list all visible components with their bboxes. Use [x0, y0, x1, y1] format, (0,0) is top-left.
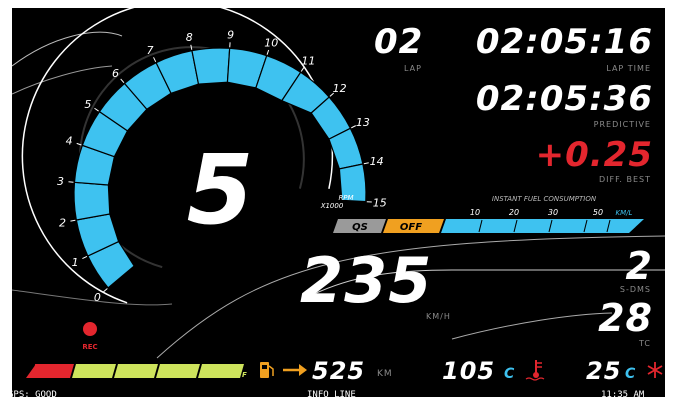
lap-number: 02 [374, 22, 424, 62]
tach-segment-2 [73, 181, 111, 221]
fuel-tick-30: 30 [548, 208, 558, 217]
diff-best-label: DIFF. BEST [598, 175, 651, 184]
tach-tick-mark-11 [300, 67, 305, 72]
rec-dot [83, 322, 97, 336]
gps-status: GPS: GOOD [8, 390, 57, 400]
tach-tick-2: 2 [59, 217, 66, 230]
tach-segment-8 [191, 47, 231, 85]
rpm-multiplier-label: X1000 [320, 202, 344, 210]
rpm-unit-label: RPM [338, 194, 353, 202]
tach-tick-10: 10 [264, 36, 278, 49]
fuel-pump-icon [260, 362, 274, 378]
speed-unit: KM/H [426, 312, 451, 321]
fuel-consumption-unit: KM/L [616, 209, 633, 217]
fuel-consumption-bar [441, 219, 644, 233]
tach-tick-mark-0 [103, 288, 108, 293]
fuel-level-segment-2 [114, 364, 158, 378]
fuel-level-segment-4 [198, 364, 244, 378]
tach-tick-mark-10 [266, 49, 270, 55]
tach-tick-12: 12 [333, 82, 347, 95]
ambient-temp-unit: C [625, 366, 637, 382]
tach-tick-mark-6 [120, 78, 125, 84]
tach-tick-6: 6 [112, 67, 119, 80]
tach-tick-1: 1 [72, 256, 79, 269]
sdms-label: S-DMS [619, 285, 651, 294]
predictive-label: PREDICTIVE [593, 120, 651, 129]
predictive-time: 02:05:36 [475, 79, 653, 119]
coolant-temp-unit: C [504, 366, 516, 382]
range-value: 525 [312, 357, 366, 385]
lap-time: 02:05:16 [475, 22, 653, 62]
qs-label: QS [352, 222, 368, 233]
tach-tick-5: 5 [84, 98, 91, 111]
rec-label: REC [82, 343, 97, 351]
decor-line-speed [451, 312, 613, 340]
lap-label: LAP [404, 64, 422, 73]
fuel-consumption-title: INSTANT FUEL CONSUMPTION [492, 195, 597, 203]
tach-tick-11: 11 [301, 55, 315, 68]
tach-tick-mark-5 [94, 107, 99, 112]
fuel-tick-50: 50 [593, 208, 603, 217]
tach-outer-rim [21, 8, 334, 304]
decor-line-top [12, 31, 123, 67]
tach-tick-mark-2 [70, 219, 76, 222]
tc-value: 28 [598, 296, 653, 340]
fuel-tick-10: 10 [470, 208, 480, 217]
tach-tick-mark-1 [82, 255, 88, 260]
info-line: INFO LINE [307, 390, 356, 400]
tach-tick-7: 7 [147, 44, 154, 57]
coolant-temp-value: 105 [442, 357, 496, 385]
fuel-full-label: F [242, 371, 247, 379]
fuel-level-segment-3 [156, 364, 200, 378]
decor-line-bottom [12, 289, 173, 306]
tach-tick-8: 8 [186, 31, 193, 44]
fuel-tick-20: 20 [509, 208, 519, 217]
speed-value: 235 [300, 244, 433, 317]
ambient-snowflake-icon [647, 362, 663, 378]
tach-tick-mark-7 [153, 57, 157, 63]
tach-tick-4: 4 [66, 135, 73, 148]
tach-tick-mark-14 [363, 162, 369, 165]
tc-label: TC [638, 339, 651, 348]
decor-line-left [12, 65, 113, 95]
range-arrow-icon [283, 364, 307, 376]
tach-tick-mark-8 [190, 44, 193, 50]
tach-tick-9: 9 [227, 28, 234, 41]
lap-time-label: LAP TIME [606, 64, 651, 73]
dashboard: 0 1 2 3 4 5 6 7 8 9 10 11 12 13 14 15 5 RPM X1000 QS OF… [12, 8, 665, 397]
tach-tick-14: 14 [370, 155, 384, 168]
sdms-value: 2 [625, 244, 653, 288]
diff-best: +0.25 [535, 135, 653, 175]
tach-tick-13: 13 [356, 116, 370, 129]
gear-indicator: 5 [187, 134, 254, 246]
tach-tick-3: 3 [57, 175, 64, 188]
tach-tick-0: 0 [94, 291, 101, 304]
coolant-temp-icon [525, 360, 545, 381]
ambient-temp-value: 25 [586, 357, 622, 385]
tach-tick-15: 15 [373, 196, 387, 209]
dashboard-graphics: 012345678 9101112131415 5 RPM X1000 QS OF… [12, 8, 665, 381]
qs-state: OFF [400, 222, 422, 233]
range-unit: KM [377, 369, 393, 379]
fuel-level-segment-1 [72, 364, 116, 378]
clock: 11:35 AM [601, 390, 645, 400]
fuel-empty-label: E [34, 363, 39, 371]
